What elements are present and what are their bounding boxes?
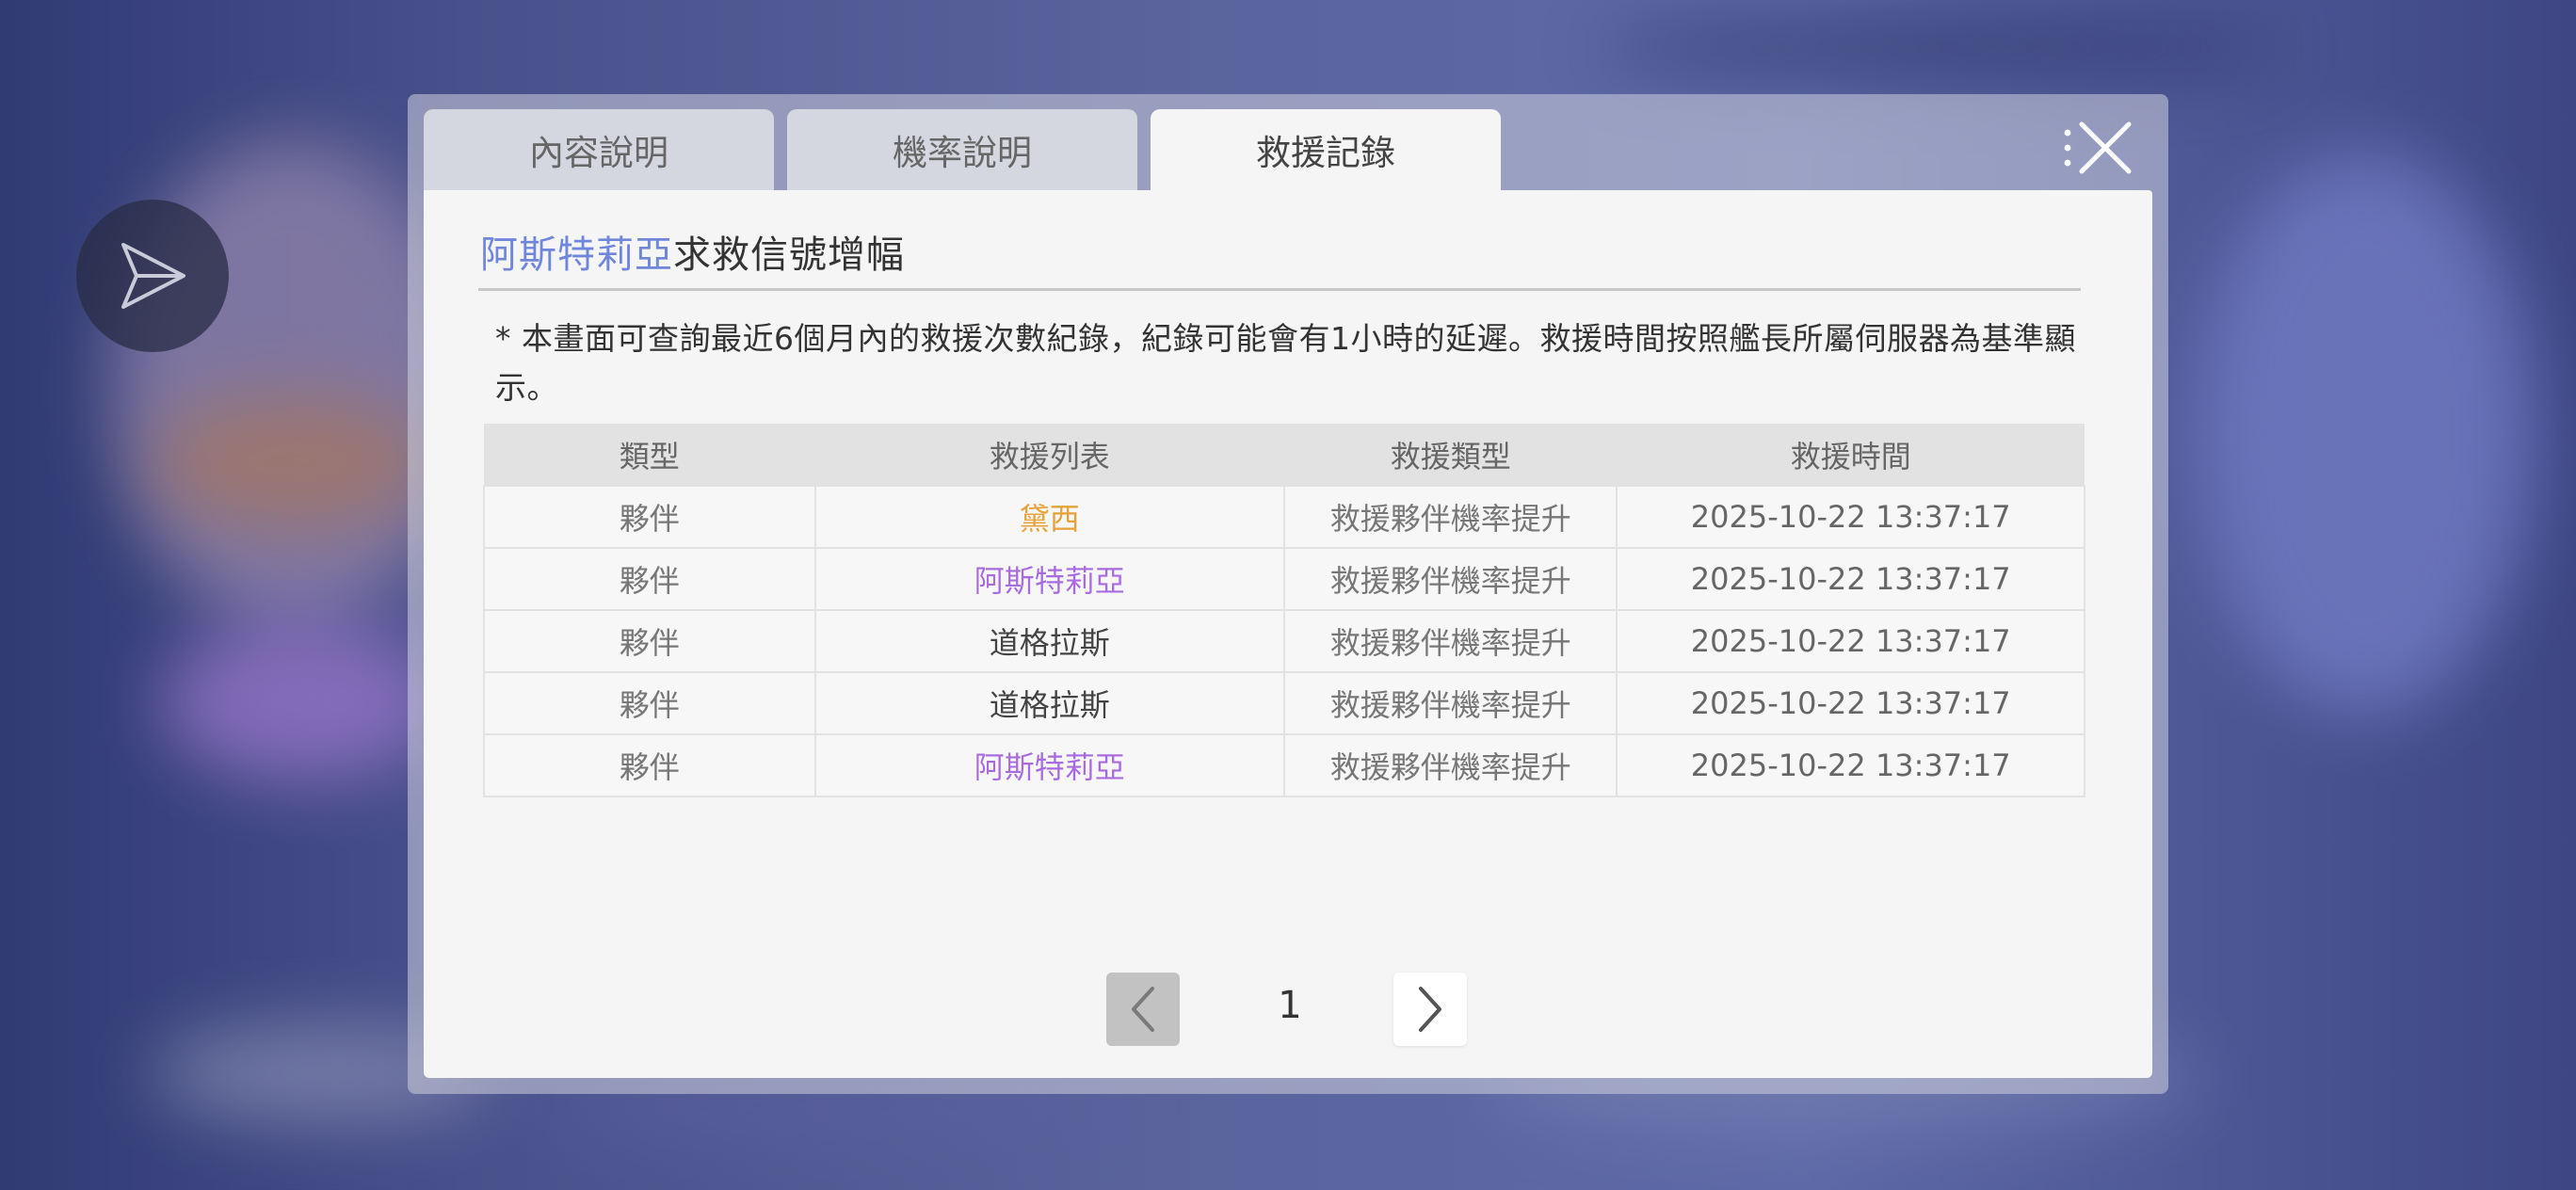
table-row: 夥伴 道格拉斯 救援夥伴機率提升 2025-10-22 13:37:17 xyxy=(483,671,2085,735)
next-page-button[interactable] xyxy=(1393,973,1467,1046)
cell-rescue-type: 救援夥伴機率提升 xyxy=(1282,485,1618,549)
header-type: 類型 xyxy=(484,424,815,486)
cell-name: 道格拉斯 xyxy=(813,609,1285,673)
title-divider xyxy=(478,288,2081,291)
notice-text: * 本畫面可查詢最近6個月內的救援次數紀錄，紀錄可能會有1小時的延遲。救援時間按… xyxy=(495,320,2076,406)
cell-type: 夥伴 xyxy=(483,547,816,611)
vertical-dots-icon xyxy=(2064,129,2071,167)
pagination: 1 xyxy=(424,973,2152,1048)
title-hero-name: 阿斯特莉亞 xyxy=(480,233,673,277)
cell-rescue-type: 救援夥伴機率提升 xyxy=(1282,547,1618,611)
bg-blur-shape xyxy=(2194,151,2533,716)
cell-time: 2025-10-22 13:37:17 xyxy=(1616,733,2085,797)
tab-content-description[interactable]: 內容說明 xyxy=(424,109,774,190)
cell-rescue-type: 救援夥伴機率提升 xyxy=(1282,609,1618,673)
rescue-record-modal: 內容說明 機率說明 救援記錄 阿斯特莉亞求救信號增幅 * 本畫面可查詢最近6個月… xyxy=(408,94,2168,1094)
bg-blur-shape xyxy=(151,395,433,527)
table-row: 夥伴 道格拉斯 救援夥伴機率提升 2025-10-22 13:37:17 xyxy=(483,609,2085,673)
tab-rescue-record[interactable]: 救援記錄 xyxy=(1151,109,1501,190)
tab-bar: 內容說明 機率說明 救援記錄 xyxy=(424,109,1501,190)
current-page-number: 1 xyxy=(1278,984,1302,1027)
cell-type: 夥伴 xyxy=(483,485,816,549)
send-arrow-icon xyxy=(121,243,185,309)
cell-time: 2025-10-22 13:37:17 xyxy=(1616,547,2085,611)
content-panel: 阿斯特莉亞求救信號增幅 * 本畫面可查詢最近6個月內的救援次數紀錄，紀錄可能會有… xyxy=(424,190,2152,1078)
cell-name: 阿斯特莉亞 xyxy=(813,547,1285,611)
header-rescue-time: 救援時間 xyxy=(1617,424,2085,486)
title-event-name: 求救信號增幅 xyxy=(673,233,905,277)
cell-name: 阿斯特莉亞 xyxy=(813,733,1285,797)
table-row: 夥伴 阿斯特莉亞 救援夥伴機率提升 2025-10-22 13:37:17 xyxy=(483,547,2085,611)
bg-blur-shape xyxy=(160,621,443,781)
table-row: 夥伴 黛西 救援夥伴機率提升 2025-10-22 13:37:17 xyxy=(483,485,2085,549)
cell-name: 黛西 xyxy=(813,485,1285,549)
cell-type: 夥伴 xyxy=(483,671,816,735)
cell-type: 夥伴 xyxy=(483,733,816,797)
table-header-row: 類型 救援列表 救援類型 救援時間 xyxy=(484,424,2085,486)
tab-probability-description[interactable]: 機率說明 xyxy=(787,109,1137,190)
rescue-record-table: 類型 救援列表 救援類型 救援時間 夥伴 黛西 救援夥伴機率提升 2025-10… xyxy=(483,424,2085,797)
prev-page-button[interactable] xyxy=(1106,973,1180,1046)
side-send-button[interactable] xyxy=(76,200,229,352)
cell-type: 夥伴 xyxy=(483,609,816,673)
cell-time: 2025-10-22 13:37:17 xyxy=(1616,485,2085,549)
close-button[interactable] xyxy=(2060,115,2135,181)
cell-time: 2025-10-22 13:37:17 xyxy=(1616,609,2085,673)
cell-rescue-type: 救援夥伴機率提升 xyxy=(1282,733,1618,797)
chevron-right-icon xyxy=(1419,987,1441,1032)
bg-blur-shape xyxy=(1601,19,2278,75)
close-icon xyxy=(2079,121,2132,174)
header-rescue-type: 救援類型 xyxy=(1283,424,1618,486)
chevron-left-icon xyxy=(1132,987,1154,1032)
cell-name: 道格拉斯 xyxy=(813,671,1285,735)
table-row: 夥伴 阿斯特莉亞 救援夥伴機率提升 2025-10-22 13:37:17 xyxy=(483,733,2085,797)
page-title: 阿斯特莉亞求救信號增幅 xyxy=(480,224,905,279)
header-rescue-list: 救援列表 xyxy=(814,424,1284,486)
cell-time: 2025-10-22 13:37:17 xyxy=(1616,671,2085,735)
cell-rescue-type: 救援夥伴機率提升 xyxy=(1282,671,1618,735)
